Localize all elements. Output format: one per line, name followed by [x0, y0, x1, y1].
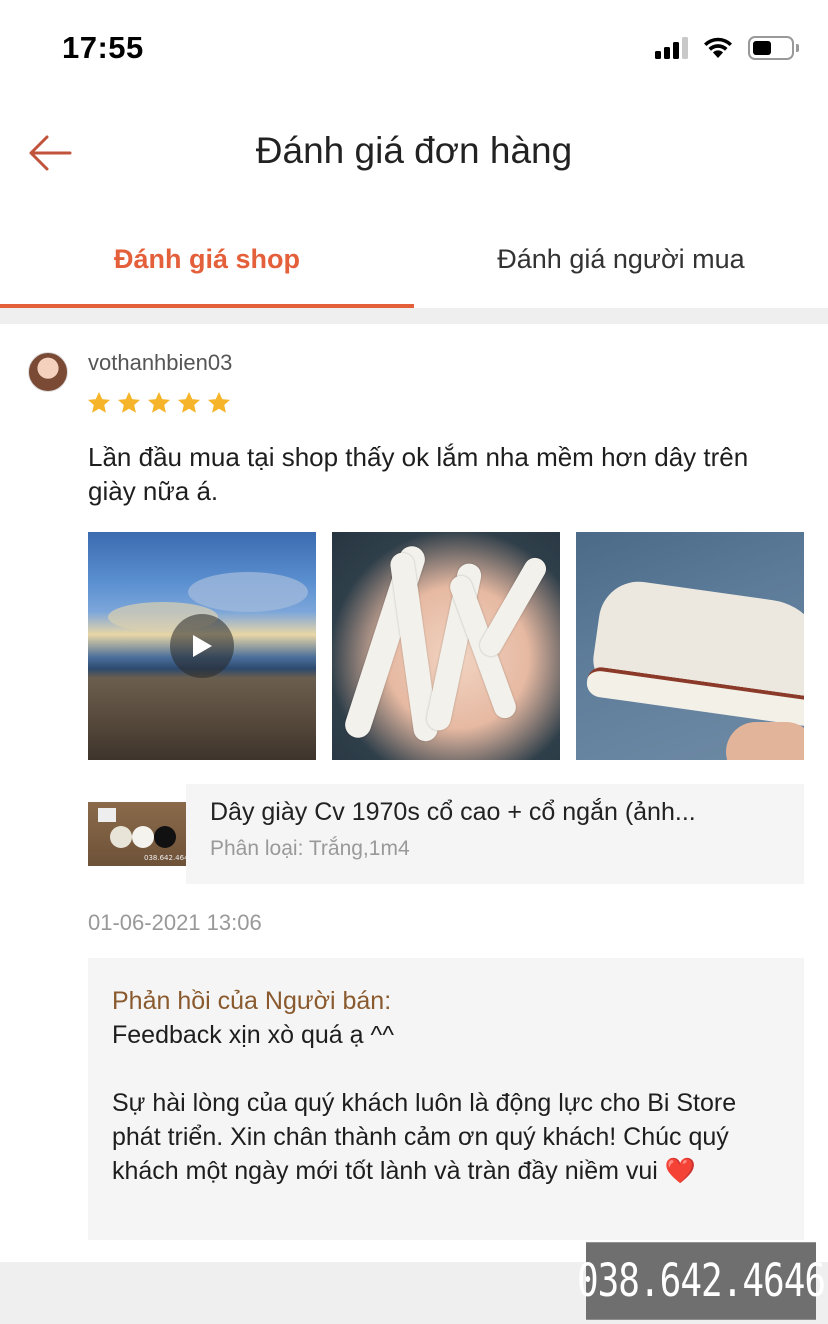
product-info: Dây giày Cv 1970s cổ cao + cổ ngắn (ảnh.…: [186, 784, 804, 884]
header: Đánh giá đơn hàng: [0, 96, 828, 210]
seller-reply-body: Feedback xịn xò quá ạ ^^ Sự hài lòng của…: [112, 1021, 737, 1185]
review-media: [88, 532, 804, 760]
status-bar: 17:55: [0, 0, 828, 96]
review-date: 01-06-2021 13:06: [88, 910, 262, 935]
seller-reply-title: Phản hồi của Người bán:: [112, 987, 392, 1015]
status-icons: [655, 36, 799, 60]
cellular-signal-icon: [655, 37, 688, 59]
play-icon[interactable]: [170, 614, 234, 678]
review-photo[interactable]: [332, 532, 560, 760]
product-thumbnail: 038.642.4646: [88, 802, 186, 866]
reviewer-username: vothanhbien03: [88, 350, 233, 375]
divider: [0, 308, 828, 324]
wifi-icon: [704, 37, 732, 58]
avatar[interactable]: [28, 352, 68, 392]
star-icon: [117, 391, 141, 413]
tab-bar: Đánh giá shop Đánh giá người mua: [0, 210, 828, 308]
star-icon: [147, 391, 171, 413]
product-variant: Phân loại: Trắng,1m4: [210, 837, 410, 860]
seller-reply: Phản hồi của Người bán: Feedback xịn xò …: [88, 958, 804, 1240]
tab-shop-reviews[interactable]: Đánh giá shop: [0, 210, 414, 308]
product-link[interactable]: 038.642.4646 Dây giày Cv 1970s cổ cao + …: [88, 784, 804, 884]
watermark: 038.642.4646: [577, 1242, 826, 1320]
rating-stars: [86, 390, 232, 416]
star-icon: [177, 391, 201, 413]
battery-icon: [748, 36, 799, 60]
review-card: vothanhbien03 Lần đầu mua tại shop thấy …: [0, 324, 828, 1262]
star-icon: [207, 391, 231, 413]
tab-buyer-reviews[interactable]: Đánh giá người mua: [414, 210, 828, 308]
star-icon: [87, 391, 111, 413]
review-video-thumbnail[interactable]: [88, 532, 316, 760]
product-name: Dây giày Cv 1970s cổ cao + cổ ngắn (ảnh.…: [210, 798, 696, 826]
status-time: 17:55: [62, 30, 144, 65]
page-title: Đánh giá đơn hàng: [255, 130, 573, 171]
review-photo[interactable]: [576, 532, 804, 760]
review-text: Lần đầu mua tại shop thấy ok lắm nha mềm…: [88, 442, 749, 506]
